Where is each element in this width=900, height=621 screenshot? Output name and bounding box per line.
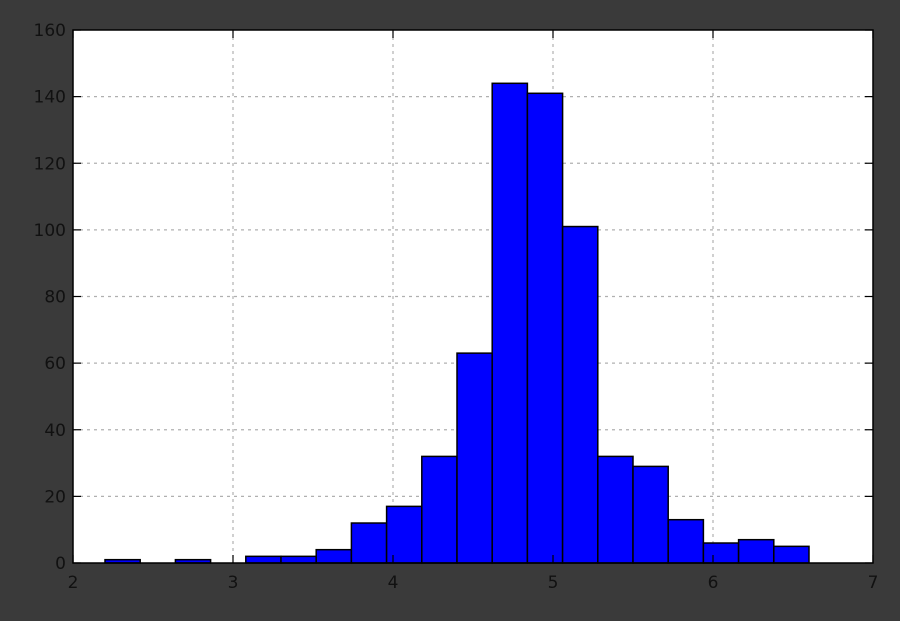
histogram-bar [632, 465, 669, 564]
y-tick-label: 140 [34, 88, 66, 108]
histogram-bar [385, 505, 423, 564]
x-tick-label: 2 [68, 573, 79, 593]
y-tick-label: 160 [34, 21, 66, 41]
x-tick-label: 3 [228, 573, 239, 593]
histogram-chart: 2 3 4 5 6 7 0 20 40 60 80 100 120 140 160 [34, 21, 879, 593]
histogram-bar [737, 538, 775, 564]
x-tick-label: 6 [708, 573, 719, 593]
histogram-bar [350, 522, 388, 564]
y-tick-label: 40 [44, 421, 66, 441]
histogram-bar [491, 82, 529, 564]
histogram-bar [421, 455, 458, 564]
histogram-bar [526, 92, 564, 564]
y-tick-label: 100 [34, 221, 66, 241]
x-tick-label: 7 [868, 573, 879, 593]
y-tick-label: 60 [44, 354, 66, 374]
histogram-bar [702, 542, 740, 564]
histogram-bar [280, 555, 317, 564]
histogram-bar [245, 555, 282, 564]
histogram-bar [773, 545, 810, 564]
histogram-bar [315, 548, 353, 564]
chart-figure: 2 3 4 5 6 7 0 20 40 60 80 100 120 140 160 [0, 0, 900, 616]
x-tick-label: 5 [548, 573, 559, 593]
histogram-bar [456, 352, 493, 564]
y-tick-label: 80 [44, 288, 66, 308]
y-tick-label: 120 [34, 154, 66, 174]
histogram-bar [597, 455, 634, 564]
y-tick-label: 20 [44, 487, 66, 507]
histogram-bar [561, 225, 599, 564]
y-tick-label: 0 [55, 554, 66, 574]
x-tick-label: 4 [388, 573, 399, 593]
histogram-bar [667, 518, 705, 564]
